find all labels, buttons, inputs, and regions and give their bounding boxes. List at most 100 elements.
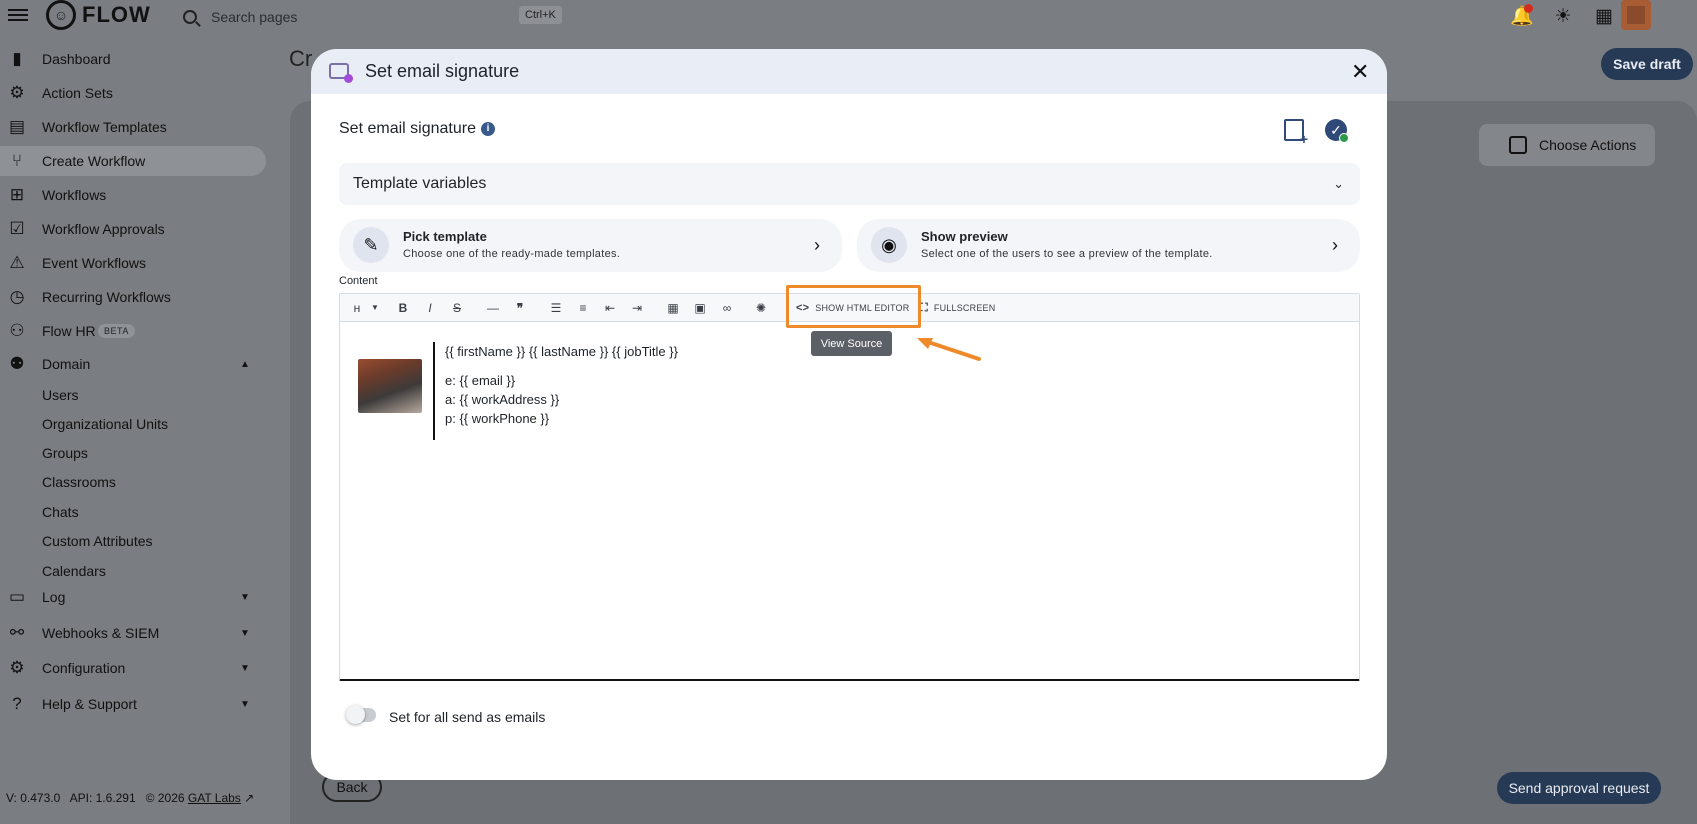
chevron-right-icon: › xyxy=(1332,235,1338,255)
view-source-tooltip: View Source xyxy=(811,331,892,356)
show-preview-card[interactable]: ◉ Show preview Select one of the users t… xyxy=(857,219,1360,272)
approval-icon: ☑ xyxy=(9,219,25,238)
version-info: V: 0.473.0 API: 1.6.291 © 2026 GAT Labs … xyxy=(6,791,255,805)
sidebar-item-label: Flow HR xyxy=(42,323,96,339)
template-variables-accordion[interactable]: Template variables ⌄ xyxy=(339,163,1360,205)
bullet-list-icon[interactable]: ☰ xyxy=(549,299,563,317)
verified-check-icon[interactable]: ✓ xyxy=(1325,119,1349,143)
sidebar-item-label: Configuration xyxy=(42,660,126,676)
italic-icon[interactable]: I xyxy=(423,299,437,317)
version-text: V: 0.473.0 xyxy=(6,791,61,805)
email-signature-dialog: Set email signature ✕ Set email signatur… xyxy=(311,49,1387,780)
bold-icon[interactable]: B xyxy=(396,299,410,317)
search-shortcut: Ctrl+K xyxy=(519,6,562,24)
chevron-down-icon: ▼ xyxy=(240,698,250,710)
outdent-icon[interactable]: ⇤ xyxy=(603,299,617,317)
fullscreen-button[interactable]: ⛶ FULLSCREEN xyxy=(920,299,995,317)
notification-dot xyxy=(1524,4,1533,13)
signature-divider xyxy=(433,342,435,440)
sidebar-item-dashboard[interactable]: ▮ Dashboard xyxy=(0,44,266,74)
sidebar-item-flow-hr[interactable]: ⚇ Flow HR BETA xyxy=(0,316,266,346)
sidebar-subitem-groups[interactable]: Groups xyxy=(42,445,88,461)
save-draft-button[interactable]: Save draft xyxy=(1601,48,1693,80)
show-preview-desc: Select one of the users to see a preview… xyxy=(921,248,1213,260)
sidebar-item-help[interactable]: ? Help & Support ▼ xyxy=(0,689,266,719)
signature-email-line: e: {{ email }} xyxy=(445,373,516,388)
sidebar-item-action-sets[interactable]: ⚙ Action Sets xyxy=(0,78,266,108)
logo[interactable]: ☺ FLOW xyxy=(46,0,151,30)
sidebar-item-event-workflows[interactable]: ⚠ Event Workflows xyxy=(0,248,266,278)
search-placeholder: Search pages xyxy=(211,9,298,25)
sidebar-item-configuration[interactable]: ⚙ Configuration ▼ xyxy=(0,653,266,683)
chevron-up-icon: ▲ xyxy=(240,358,250,370)
send-as-toggle-label: Set for all send as emails xyxy=(389,709,546,725)
sidebar-item-workflows[interactable]: ⊞ Workflows xyxy=(0,180,266,210)
sidebar-item-domain[interactable]: ⚉ Domain ▲ xyxy=(0,349,266,379)
sidebar-item-recurring-workflows[interactable]: ◷ Recurring Workflows xyxy=(0,282,266,312)
close-icon[interactable]: ✕ xyxy=(1351,59,1369,85)
search-input[interactable]: Search pages xyxy=(183,6,567,28)
apps-grid-icon[interactable]: ▦ xyxy=(1593,6,1615,28)
theme-icon[interactable]: ✺ xyxy=(754,299,768,317)
sidebar-item-label: Log xyxy=(42,589,66,605)
numbered-list-icon[interactable]: ≡ xyxy=(576,299,590,317)
avatar[interactable] xyxy=(1621,0,1651,30)
email-settings-icon xyxy=(329,63,353,83)
template-variables-label: Template variables xyxy=(353,175,487,192)
signature-name-line: {{ firstName }} {{ lastName }} {{ jobTit… xyxy=(445,344,678,359)
heading-dropdown-icon[interactable]: ▼ xyxy=(370,299,380,317)
annotation-arrow xyxy=(917,338,981,361)
sidebar-item-label: Create Workflow xyxy=(42,153,146,169)
search-icon xyxy=(183,10,197,24)
app-name: FLOW xyxy=(82,2,151,27)
add-document-icon[interactable] xyxy=(1284,119,1308,147)
info-icon[interactable]: i xyxy=(481,122,495,136)
link-icon[interactable]: ∞ xyxy=(720,299,734,317)
sidebar-item-label: Workflow Templates xyxy=(42,119,167,135)
sidebar-item-log[interactable]: ▭ Log ▼ xyxy=(0,582,266,612)
chevron-down-icon: ▼ xyxy=(240,591,250,603)
sidebar-subitem-chats[interactable]: Chats xyxy=(42,504,79,520)
show-preview-title: Show preview xyxy=(921,229,1008,244)
help-icon: ? xyxy=(12,694,22,713)
bell-icon[interactable]: 🔔 xyxy=(1510,4,1534,28)
actions-icon xyxy=(1509,136,1527,154)
strikethrough-icon[interactable]: S xyxy=(450,299,464,317)
chevron-down-icon: ⌄ xyxy=(1333,176,1344,191)
pick-template-card[interactable]: ✎ Pick template Choose one of the ready-… xyxy=(339,219,842,272)
indent-icon[interactable]: ⇥ xyxy=(630,299,644,317)
beta-badge: BETA xyxy=(98,324,135,338)
choose-actions-button[interactable]: Choose Actions xyxy=(1479,124,1655,166)
sidebar-item-workflow-approvals[interactable]: ☑ Workflow Approvals xyxy=(0,214,266,244)
sidebar-subitem-users[interactable]: Users xyxy=(42,387,79,403)
send-as-toggle[interactable] xyxy=(346,705,376,724)
sidebar-subitem-org-units[interactable]: Organizational Units xyxy=(42,416,168,432)
quote-icon[interactable]: ❞ xyxy=(513,299,527,317)
horizontal-rule-icon[interactable]: — xyxy=(486,299,500,317)
sidebar-subitem-custom-attributes[interactable]: Custom Attributes xyxy=(42,533,153,549)
page-title: Cr xyxy=(289,46,313,71)
gat-labs-link[interactable]: GAT Labs xyxy=(188,791,241,805)
sidebar-item-label: Domain xyxy=(42,356,91,372)
sidebar-item-webhooks[interactable]: ⚯ Webhooks & SIEM ▼ xyxy=(0,618,266,648)
sidebar-item-create-workflow[interactable]: ⑂ Create Workflow xyxy=(0,146,266,176)
branch-icon: ⑂ xyxy=(11,151,23,170)
heading-icon[interactable]: ʜ xyxy=(352,299,362,317)
webhook-icon: ⚯ xyxy=(9,623,25,642)
sidebar-item-label: Help & Support xyxy=(42,696,137,712)
table-icon[interactable]: ▦ xyxy=(666,299,680,317)
sun-icon[interactable]: ☀ xyxy=(1552,6,1574,28)
image-icon[interactable]: ▣ xyxy=(693,299,707,317)
send-approval-button[interactable]: Send approval request xyxy=(1497,772,1661,804)
gear-icon: ⚙ xyxy=(9,658,25,677)
profile-photo xyxy=(358,359,422,413)
sidebar-subitem-calendars[interactable]: Calendars xyxy=(42,563,106,579)
people-tree-icon: ⚇ xyxy=(9,321,25,340)
alarm-icon: ⚠ xyxy=(9,253,25,272)
sidebar-subitem-classrooms[interactable]: Classrooms xyxy=(42,474,116,490)
fullscreen-label: FULLSCREEN xyxy=(933,303,996,313)
sidebar-item-workflow-templates[interactable]: ▤ Workflow Templates xyxy=(0,112,266,142)
menu-icon[interactable] xyxy=(8,6,28,26)
chevron-down-icon: ▼ xyxy=(240,662,250,674)
clock-icon: ◷ xyxy=(9,287,25,306)
